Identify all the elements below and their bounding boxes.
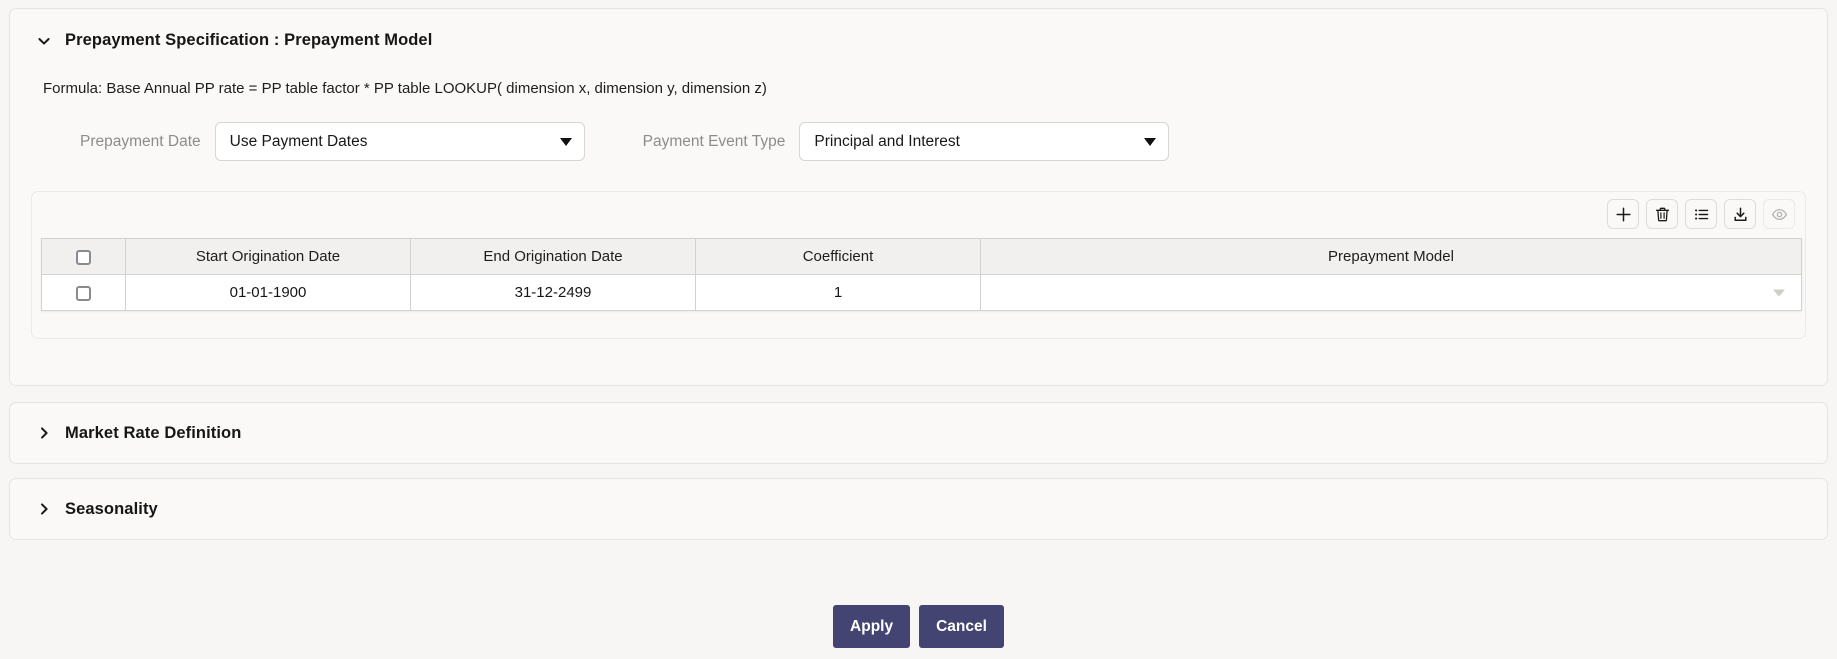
table-row: 01-01-1900 31-12-2499 1 [42,275,1802,311]
prepayment-date-select[interactable]: Use Payment Dates [215,122,585,161]
list-view-button[interactable] [1685,199,1717,229]
table-body: 01-01-1900 31-12-2499 1 [42,275,1802,311]
chevron-down-icon [560,138,572,146]
prepayment-specification-page: Prepayment Specification : Prepayment Mo… [0,0,1837,659]
table-header: Start Origination Date End Origination D… [42,239,1802,275]
prepayment-specification-card: Prepayment Specification : Prepayment Mo… [9,8,1828,386]
prepayment-table: Start Origination Date End Origination D… [41,238,1802,311]
cell-start-origination-date[interactable]: 01-01-1900 [126,275,411,311]
cancel-button[interactable]: Cancel [919,605,1004,648]
table-header-row: Start Origination Date End Origination D… [42,239,1802,275]
delete-row-button[interactable] [1646,199,1678,229]
prepayment-date-label: Prepayment Date [80,133,201,151]
chevron-down-icon[interactable] [35,32,53,50]
cell-prepayment-model[interactable] [981,275,1802,311]
add-row-button[interactable] [1607,199,1639,229]
table-toolbar [1607,199,1795,229]
column-header-start-origination-date[interactable]: Start Origination Date [126,239,411,275]
seasonality-toggle[interactable]: Seasonality [10,500,158,519]
cell-end-origination-date[interactable]: 31-12-2499 [411,275,696,311]
row-checkbox[interactable] [76,286,91,301]
footer-actions: Apply Cancel [0,605,1837,648]
prepayment-date-value: Use Payment Dates [230,133,368,151]
download-icon [1732,206,1749,223]
apply-button[interactable]: Apply [833,605,910,648]
market-rate-definition-label: Market Rate Definition [65,424,241,443]
select-all-checkbox[interactable] [76,250,91,265]
view-details-button[interactable] [1763,199,1795,229]
prepayment-grid: Start Origination Date End Origination D… [41,238,1802,311]
add-icon [1615,206,1632,223]
seasonality-card[interactable]: Seasonality [9,478,1828,540]
prepayment-table-panel: Start Origination Date End Origination D… [31,191,1806,339]
formula-text: Formula: Base Annual PP rate = PP table … [43,80,1827,97]
field-row: Prepayment Date Use Payment Dates Paymen… [10,122,1827,161]
eye-icon [1771,206,1788,223]
select-all-header [42,239,126,275]
cell-coefficient[interactable]: 1 [696,275,981,311]
market-rate-definition-card[interactable]: Market Rate Definition [9,402,1828,464]
list-icon [1693,206,1710,223]
column-header-coefficient[interactable]: Coefficient [696,239,981,275]
column-header-end-origination-date[interactable]: End Origination Date [411,239,696,275]
market-rate-definition-header[interactable]: Market Rate Definition [10,403,1827,463]
chevron-right-icon[interactable] [35,500,53,518]
prepayment-specification-header[interactable]: Prepayment Specification : Prepayment Mo… [10,31,1827,50]
chevron-down-icon [1144,138,1156,146]
seasonality-header[interactable]: Seasonality [10,479,1827,539]
download-button[interactable] [1724,199,1756,229]
payment-event-type-label: Payment Event Type [643,133,786,151]
trash-icon [1654,206,1671,223]
chevron-right-icon[interactable] [35,424,53,442]
chevron-down-icon [1773,289,1785,296]
seasonality-label: Seasonality [65,500,158,519]
payment-event-type-value: Principal and Interest [814,133,960,151]
market-rate-definition-toggle[interactable]: Market Rate Definition [10,424,241,443]
column-header-prepayment-model[interactable]: Prepayment Model [981,239,1802,275]
page-title: Prepayment Specification : Prepayment Mo… [65,31,432,50]
prepayment-model-select[interactable] [981,275,1801,310]
payment-event-type-select[interactable]: Principal and Interest [799,122,1169,161]
row-select-cell [42,275,126,311]
